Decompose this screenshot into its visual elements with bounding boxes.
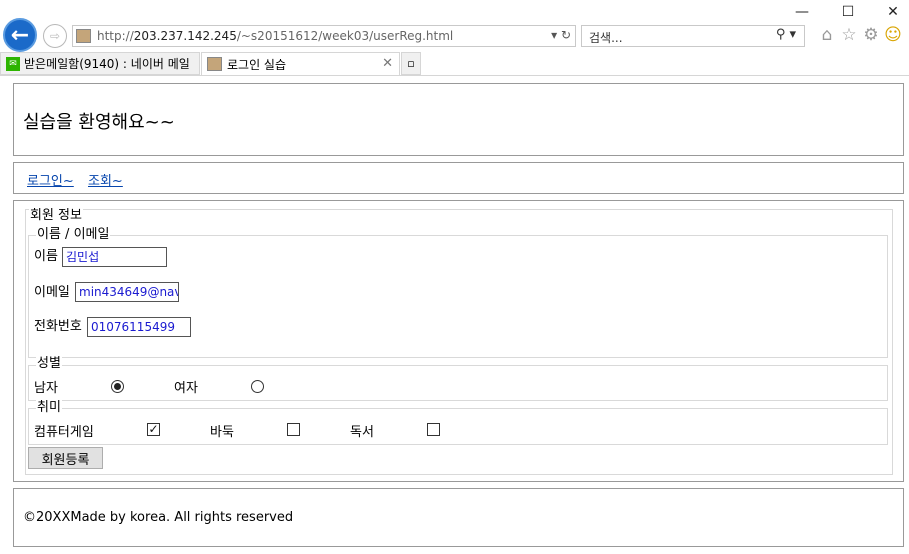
page-title: 실습을 환영해요~~ <box>23 112 175 133</box>
maximize-button[interactable]: ☐ <box>825 0 871 24</box>
url-prefix: http:// <box>97 29 134 43</box>
phone-input[interactable]: 01076115499 <box>87 317 191 337</box>
hobby-reading-checkbox[interactable] <box>427 423 440 436</box>
forward-button[interactable]: ⇨ <box>43 24 67 48</box>
tab-strip: ✉ 받은메일함(9140) : 네이버 메일 로그인 실습 ✕ ▫ <box>0 52 909 76</box>
phone-label: 전화번호 <box>34 319 82 334</box>
arrow-right-icon: ⇨ <box>49 29 61 43</box>
gender-female-label: 여자 <box>174 381 198 396</box>
tab-label: 받은메일함(9140) : 네이버 메일 <box>24 57 190 71</box>
gender-male-label: 남자 <box>34 381 58 396</box>
close-tab-icon[interactable]: ✕ <box>382 56 393 71</box>
search-placeholder: 검색... <box>589 31 623 45</box>
footer-copyright: ©20XXMade by korea. All rights reserved <box>23 510 294 525</box>
address-url[interactable]: http://203.237.142.245/~s20151612/week03… <box>97 29 453 43</box>
site-favicon-icon <box>207 57 222 71</box>
address-tools: ▾ ↻ <box>551 28 571 42</box>
browser-chrome: — ☐ ✕ ← ⇨ http://203.237.142.245/~s20151… <box>0 0 909 76</box>
gear-icon[interactable]: ⚙ <box>862 25 880 45</box>
page-header: 실습을 환영해요~~ <box>13 83 904 156</box>
gender-fieldset <box>28 365 888 401</box>
name-email-legend: 이름 / 이메일 <box>36 227 111 242</box>
hobby-baduk-label: 바둑 <box>210 425 234 440</box>
back-button[interactable]: ← <box>3 18 37 52</box>
site-favicon-icon <box>76 29 91 43</box>
tab-naver-mail[interactable]: ✉ 받은메일함(9140) : 네이버 메일 <box>0 52 200 75</box>
nav-link-search[interactable]: 조회~ <box>88 170 123 189</box>
gender-female-radio[interactable] <box>251 380 264 393</box>
registration-form-box: 회원 정보 이름 / 이메일 이름 김민섭 이메일 min434649@nav … <box>13 200 904 482</box>
name-label: 이름 <box>34 249 58 264</box>
favorites-star-icon[interactable]: ☆ <box>840 25 858 45</box>
hobby-game-checkbox[interactable]: ✓ <box>147 423 160 436</box>
hobby-game-label: 컴퓨터게임 <box>34 425 94 440</box>
nav-link-login[interactable]: 로그인~ <box>27 170 74 189</box>
new-tab-button[interactable]: ▫ <box>401 52 421 75</box>
url-path: /~s20151612/week03/userReg.html <box>236 29 454 43</box>
close-window-button[interactable]: ✕ <box>870 0 909 24</box>
search-icon[interactable]: ⚲ ▾ <box>776 27 796 42</box>
new-tab-icon: ▫ <box>407 57 415 70</box>
member-info-legend: 회원 정보 <box>29 208 83 223</box>
email-input[interactable]: min434649@nav <box>75 282 179 302</box>
minimize-button[interactable]: — <box>779 0 825 24</box>
refresh-icon[interactable]: ↻ <box>561 28 571 42</box>
tab-label: 로그인 실습 <box>227 57 287 72</box>
email-label: 이메일 <box>34 285 70 300</box>
name-input[interactable]: 김민섭 <box>62 247 167 267</box>
address-bar[interactable]: http://203.237.142.245/~s20151612/week03… <box>72 25 576 47</box>
smiley-feedback-icon[interactable]: ☺ <box>884 25 902 45</box>
nav-bar: 로그인~ 조회~ <box>13 162 904 194</box>
toolbar-icons: ⌂ ☆ ⚙ ☺ <box>818 25 902 45</box>
page-footer: ©20XXMade by korea. All rights reserved <box>13 488 904 547</box>
search-box[interactable]: 검색... ⚲ ▾ <box>581 25 805 47</box>
naver-mail-icon: ✉ <box>6 56 20 71</box>
arrow-left-icon: ← <box>10 22 30 48</box>
gender-legend: 성별 <box>36 356 62 371</box>
hobby-reading-label: 독서 <box>350 425 374 440</box>
tab-login-practice[interactable]: 로그인 실습 ✕ <box>201 52 400 75</box>
url-host: 203.237.142.245 <box>133 29 237 43</box>
hobby-legend: 취미 <box>36 400 62 415</box>
dropdown-icon[interactable]: ▾ <box>551 28 557 42</box>
gender-male-radio[interactable] <box>111 380 124 393</box>
register-button[interactable]: 회원등록 <box>28 447 103 469</box>
hobby-baduk-checkbox[interactable] <box>287 423 300 436</box>
home-icon[interactable]: ⌂ <box>818 25 836 45</box>
